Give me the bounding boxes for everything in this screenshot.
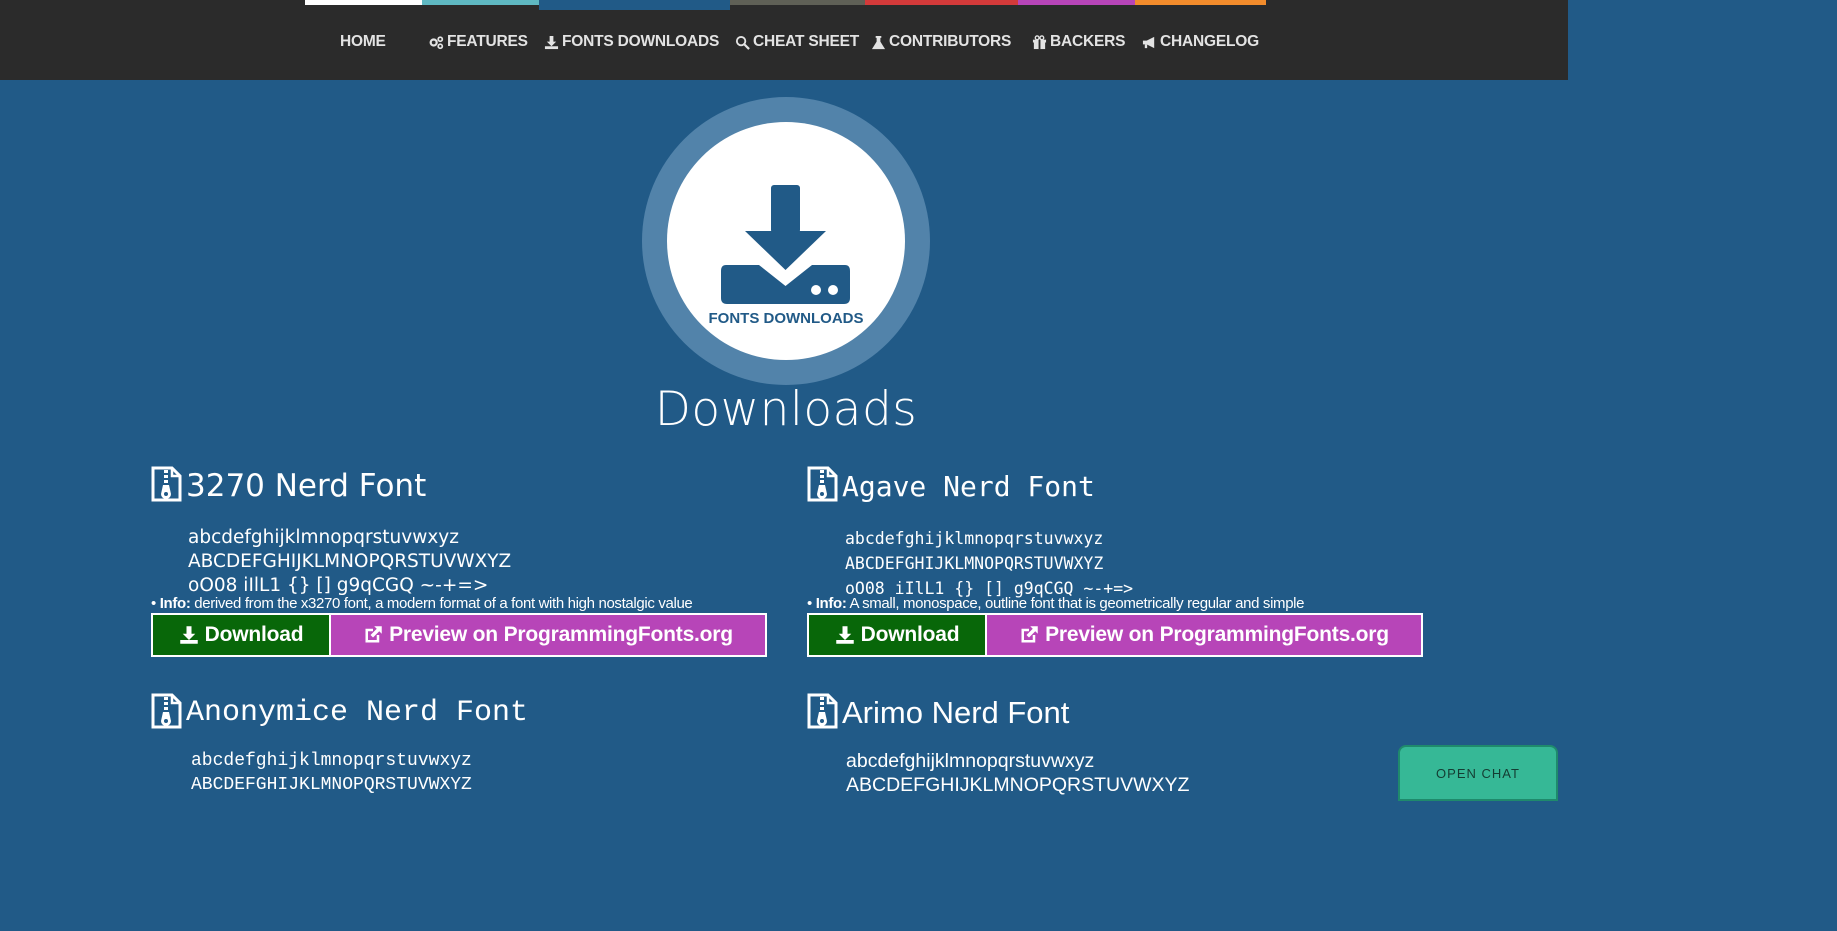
bullhorn-icon <box>1142 36 1155 48</box>
page-title: Downloads <box>654 382 918 437</box>
nav-contributors-label: CONTRIBUTORS <box>889 33 1012 50</box>
stripe-magenta <box>1018 0 1135 5</box>
download-button[interactable]: Download <box>809 615 987 655</box>
external-link-icon <box>1021 626 1038 643</box>
stripe-olive <box>730 0 865 5</box>
gift-icon <box>1032 34 1047 49</box>
preview-label: Preview on ProgrammingFonts.org <box>389 623 733 646</box>
font-card-3270: 3270 Nerd Font abcdefghijklmnopqrstuvwxy… <box>151 466 767 666</box>
sample-uppercase: ABCDEFGHIJKLMNOPQRSTUVWXYZ <box>191 775 472 795</box>
nav-changelog[interactable]: CHANGELOG <box>1142 33 1259 51</box>
nav-contributors[interactable]: CONTRIBUTORS <box>871 33 1011 51</box>
download-label: Download <box>204 623 304 646</box>
nav-fonts-downloads[interactable]: FONTS DOWNLOADS <box>544 33 719 51</box>
external-link-icon <box>365 626 382 643</box>
download-button[interactable]: Download <box>153 615 331 655</box>
nav-cheat-sheet[interactable]: CHEAT SHEET <box>735 33 859 51</box>
info-label: Info: <box>815 595 847 612</box>
nav-backers-label: BACKERS <box>1050 33 1126 50</box>
top-navigation-bar: HOME FEATURES FONTS DOWNLOADS CHEAT SHEE… <box>0 0 1568 80</box>
preview-button[interactable]: Preview on ProgrammingFonts.org <box>987 615 1421 655</box>
preview-label: Preview on ProgrammingFonts.org <box>1045 623 1389 646</box>
font-name: Anonymice Nerd Font <box>186 696 529 730</box>
download-label: Download <box>860 623 960 646</box>
stripe-blue-active <box>539 0 730 10</box>
sample-lowercase: abcdefghijklmnopqrstuvwxyz <box>191 751 472 771</box>
sample-uppercase: ABCDEFGHIJKLMNOPQRSTUVWXYZ <box>188 551 512 572</box>
sample-lowercase: abcdefghijklmnopqrstuvwxyz <box>188 527 459 548</box>
nav-home-label: HOME <box>340 33 386 50</box>
nav-features[interactable]: FEATURES <box>429 33 528 51</box>
nav-features-label: FEATURES <box>447 33 528 50</box>
sample-lowercase: abcdefghijklmnopqrstuvwxyz <box>846 750 1095 772</box>
font-info: • Info: A small, monospace, outline font… <box>807 595 1305 612</box>
gears-icon <box>429 35 444 49</box>
info-text: A small, monospace, outline font that is… <box>849 595 1305 612</box>
download-icon <box>179 626 198 644</box>
zip-file-icon <box>807 693 838 729</box>
color-stripes <box>305 0 1266 10</box>
zip-file-icon <box>807 466 838 502</box>
font-sample: abcdefghijklmnopqrstuvwxyz ABCDEFGHIJKLM… <box>188 526 511 598</box>
font-sample: abcdefghijklmnopqrstuvwxyz ABCDEFGHIJKLM… <box>845 526 1133 601</box>
nav-changelog-label: CHANGELOG <box>1160 33 1259 50</box>
sample-uppercase: ABCDEFGHIJKLMNOPQRSTUVWXYZ <box>845 554 1104 573</box>
hero-download-icon <box>721 185 850 304</box>
button-group: Download Preview on ProgrammingFonts.org <box>807 613 1423 657</box>
nav-cheat-sheet-label: CHEAT SHEET <box>753 33 860 50</box>
font-name: Agave Nerd Font <box>842 470 1095 503</box>
hero-label: FONTS DOWNLOADS <box>708 310 864 327</box>
info-text: derived from the x3270 font, a modern fo… <box>194 595 693 612</box>
stripe-white <box>305 0 422 5</box>
font-card-anonymice: Anonymice Nerd Font abcdefghijklmnopqrst… <box>151 693 767 795</box>
nav-backers[interactable]: BACKERS <box>1032 33 1125 51</box>
search-icon <box>735 35 750 50</box>
flask-icon <box>871 35 886 49</box>
sample-uppercase: ABCDEFGHIJKLMNOPQRSTUVWXYZ <box>846 774 1190 795</box>
zip-file-icon <box>151 693 182 729</box>
zip-file-icon <box>151 466 182 502</box>
font-name: 3270 Nerd Font <box>186 468 427 504</box>
font-info: • Info: derived from the x3270 font, a m… <box>151 595 693 612</box>
font-sample: abcdefghijklmnopqrstuvwxyz ABCDEFGHIJKLM… <box>846 749 1189 795</box>
open-chat-button[interactable]: OPEN CHAT <box>1398 745 1558 801</box>
preview-button[interactable]: Preview on ProgrammingFonts.org <box>331 615 765 655</box>
font-card-arimo: Arimo Nerd Font abcdefghijklmnopqrstuvwx… <box>807 693 1423 795</box>
nav-fonts-downloads-label: FONTS DOWNLOADS <box>562 33 720 50</box>
sample-lowercase: abcdefghijklmnopqrstuvwxyz <box>845 529 1104 548</box>
download-icon <box>544 35 559 49</box>
stripe-orange <box>1135 0 1266 5</box>
button-group: Download Preview on ProgrammingFonts.org <box>151 613 767 657</box>
stripe-teal <box>422 0 539 5</box>
font-sample: abcdefghijklmnopqrstuvwxyz ABCDEFGHIJKLM… <box>191 749 472 795</box>
info-label: Info: <box>159 595 191 612</box>
nav-home[interactable]: HOME <box>340 33 386 51</box>
font-card-agave: Agave Nerd Font abcdefghijklmnopqrstuvwx… <box>807 466 1423 666</box>
font-name: Arimo Nerd Font <box>842 695 1070 730</box>
download-icon <box>835 626 854 644</box>
stripe-red <box>865 0 1018 5</box>
